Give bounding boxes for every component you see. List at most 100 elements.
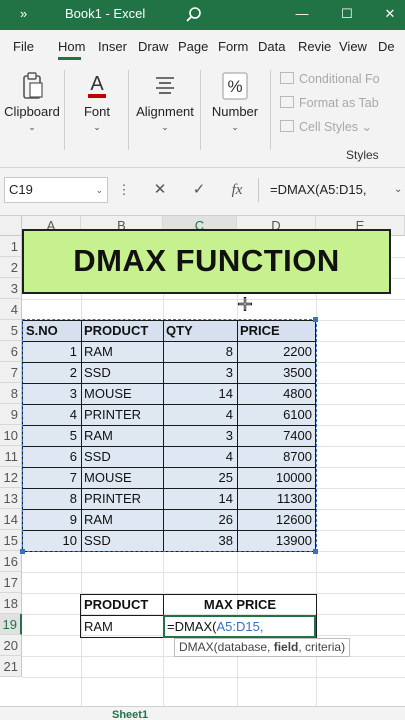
enter-icon[interactable]: ✓ (187, 177, 211, 203)
insert-function-icon[interactable]: fx (225, 177, 249, 203)
tab-data[interactable]: Data (258, 30, 285, 64)
grid-line (22, 572, 405, 573)
more-options-icon[interactable]: ⋮ (112, 177, 136, 203)
active-cell-formula: =DMAX(A5:D15, (165, 617, 315, 636)
chevron-down-icon: ⌄ (93, 122, 101, 132)
range-handle[interactable] (313, 317, 318, 322)
formula-input[interactable]: =DMAX(A5:D15, (270, 177, 366, 203)
row-header[interactable]: 14 (0, 509, 22, 530)
svg-text:%: % (227, 77, 242, 96)
clipboard-icon (17, 70, 47, 102)
chevron-down-icon: ⌄ (28, 122, 36, 132)
name-box-value: C19 (9, 182, 33, 197)
alignment-label: Alignment (136, 104, 194, 119)
row-header[interactable]: 15 (0, 530, 22, 551)
clipboard-group[interactable]: Clipboard ⌄ (0, 64, 64, 168)
row-header[interactable]: 4 (0, 299, 22, 320)
search-icon[interactable] (182, 0, 206, 30)
tab-page-layout[interactable]: Page (178, 30, 208, 64)
svg-text:A: A (90, 73, 104, 95)
row-header[interactable]: 10 (0, 425, 22, 446)
range-selection-border (22, 319, 317, 552)
quick-access-more-icon[interactable]: » (20, 0, 27, 30)
row-header[interactable]: 8 (0, 383, 22, 404)
name-box[interactable]: C19 ⌄ (4, 177, 108, 203)
row-header[interactable]: 12 (0, 467, 22, 488)
tooltip-arg-criteria: , criteria) (298, 640, 346, 654)
range-handle[interactable] (313, 549, 318, 554)
cell-styles-button[interactable]: Cell Styles ⌄ (280, 116, 405, 138)
row-header[interactable]: 19 (0, 614, 22, 635)
criteria-header-max-price[interactable]: MAX PRICE (164, 594, 316, 615)
tab-formulas[interactable]: Form (218, 30, 248, 64)
conditional-formatting-label: Conditional Fo (299, 72, 380, 86)
tab-insert[interactable]: Inser (98, 30, 127, 64)
row-header[interactable]: 9 (0, 404, 22, 425)
tab-home[interactable]: Hom (58, 30, 85, 64)
ribbon-divider (128, 70, 129, 150)
row-header[interactable]: 16 (0, 551, 22, 572)
grid-line (22, 677, 405, 678)
tab-file[interactable]: File (13, 30, 34, 64)
format-as-table-button[interactable]: Format as Tab (280, 92, 405, 114)
ribbon: Clipboard ⌄ A Font ⌄ Alignment ⌄ % Numbe… (0, 64, 405, 168)
maximize-icon[interactable]: ☐ (335, 0, 359, 30)
close-icon[interactable]: ✕ (378, 0, 402, 30)
row-header[interactable]: 7 (0, 362, 22, 383)
select-all-corner[interactable] (0, 216, 22, 236)
tooltip-arg-field: field (273, 640, 299, 654)
formula-bar: C19 ⌄ ⋮ ✕ ✓ fx =DMAX(A5:D15, ⌄ (0, 168, 405, 216)
tab-view[interactable]: View (339, 30, 367, 64)
row-header[interactable]: 17 (0, 572, 22, 593)
formula-prefix: =DMAX( (167, 619, 217, 634)
row-header[interactable]: 11 (0, 446, 22, 467)
row-header[interactable]: 20 (0, 635, 22, 656)
cancel-icon[interactable]: ✕ (148, 177, 172, 203)
alignment-group[interactable]: Alignment ⌄ (130, 64, 200, 168)
chevron-down-icon[interactable]: ⌄ (95, 178, 103, 202)
cell-styles-label: Cell Styles (299, 120, 359, 134)
row-header[interactable]: 13 (0, 488, 22, 509)
row-header[interactable]: 21 (0, 656, 22, 677)
sheet-tab-bar: Sheet1 (0, 706, 405, 720)
cell-styles-icon (280, 120, 294, 132)
range-handle[interactable] (20, 549, 25, 554)
chevron-down-icon: ⌄ (161, 122, 169, 132)
criteria-header-product[interactable]: PRODUCT (82, 594, 162, 615)
percent-icon: % (220, 70, 250, 102)
worksheet-grid[interactable]: A B C D E 1 2 3 4 5 6 7 8 9 10 11 12 13 14 15 16 17 18 19 2… (0, 216, 405, 720)
chevron-down-icon: ⌄ (231, 122, 239, 132)
format-as-table-icon (280, 96, 294, 108)
cell-cursor-icon (237, 296, 253, 315)
align-icon (150, 70, 180, 102)
ribbon-divider (64, 70, 65, 150)
row-header[interactable]: 1 (0, 236, 22, 257)
font-label: Font (83, 104, 110, 119)
row-header[interactable]: 3 (0, 278, 22, 299)
function-syntax-tooltip[interactable]: DMAX(database, field, criteria) (174, 638, 351, 657)
font-color-icon: A (82, 70, 112, 102)
active-cell-c19[interactable]: =DMAX(A5:D15, (163, 615, 316, 638)
sheet-tab-sheet1[interactable]: Sheet1 (112, 709, 148, 720)
title-bar: » Book1 - Excel — ☐ ✕ (0, 0, 405, 30)
number-group[interactable]: % Number ⌄ (202, 64, 268, 168)
tab-developer[interactable]: De (378, 30, 395, 64)
row-header[interactable]: 6 (0, 341, 22, 362)
row-header[interactable]: 2 (0, 257, 22, 278)
tab-draw[interactable]: Draw (138, 30, 168, 64)
conditional-formatting-button[interactable]: Conditional Fo (280, 68, 405, 90)
number-label: Number (211, 104, 259, 119)
row-header[interactable]: 18 (0, 593, 22, 614)
tooltip-function: DMAX( (179, 640, 218, 654)
window-title: Book1 - Excel (65, 6, 146, 21)
expand-formula-bar-icon[interactable]: ⌄ (394, 177, 402, 203)
tab-review[interactable]: Revie (298, 30, 331, 64)
title-banner: DMAX FUNCTION (22, 229, 391, 294)
row-header[interactable]: 5 (0, 320, 22, 341)
minimize-icon[interactable]: — (290, 0, 314, 30)
tooltip-arg-database: database, (217, 640, 274, 654)
clipboard-label: Clipboard (4, 104, 60, 119)
criteria-product-value[interactable]: RAM (82, 616, 162, 637)
conditional-formatting-icon (280, 72, 294, 84)
font-group[interactable]: A Font ⌄ (66, 64, 128, 168)
